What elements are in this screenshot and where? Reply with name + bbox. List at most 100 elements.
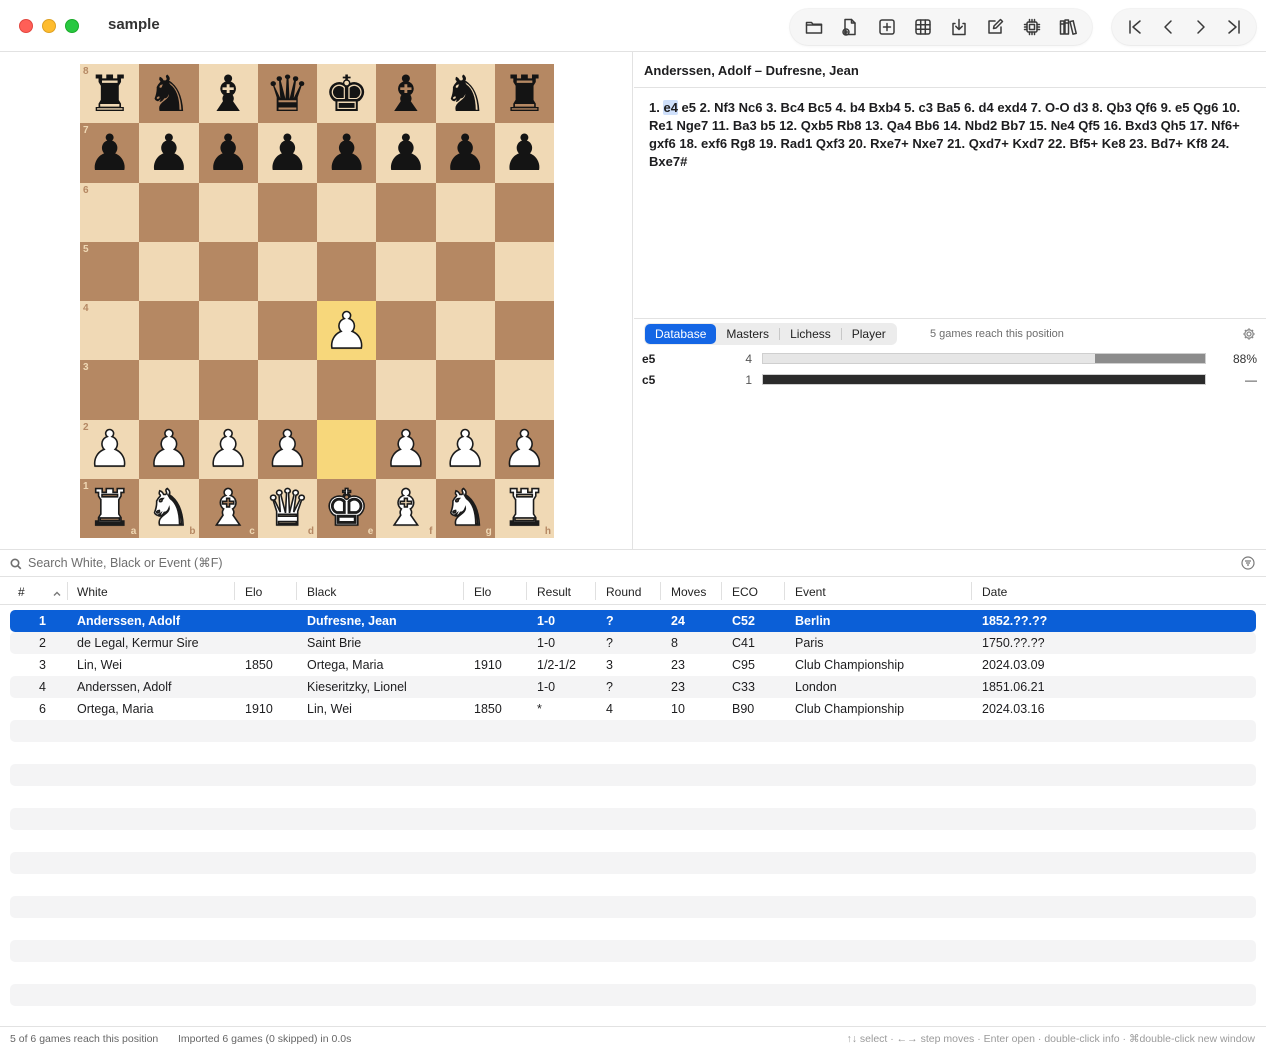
explorer-settings-button[interactable] [1242,327,1256,341]
square-g8[interactable]: ♞ [435,64,495,124]
square-d4[interactable] [257,301,317,361]
column-separator[interactable] [660,582,661,600]
square-d5[interactable] [257,241,317,301]
square-b8[interactable]: ♞ [139,64,199,124]
white-rook-piece[interactable]: ♜ [501,483,547,535]
import-button[interactable] [941,12,977,42]
new-document-button[interactable] [832,12,868,42]
sort-ascending-icon[interactable] [53,587,61,596]
square-e5[interactable] [317,241,377,301]
square-c4[interactable] [198,301,258,361]
square-h1[interactable]: h ♜ [494,478,554,538]
white-pawn-piece[interactable]: ♟ [205,423,251,475]
column-header-number[interactable]: # [18,585,25,599]
black-knight-piece[interactable]: ♞ [443,69,488,119]
minimize-window-button[interactable] [42,19,56,33]
square-h8[interactable]: ♜ [494,64,554,124]
table-row[interactable]: 6 Ortega, Maria 1910 Lin, Wei 1850 * 4 10 B90 Clu… [10,698,1256,720]
edit-button[interactable] [977,12,1013,42]
white-bishop-piece[interactable]: ♝ [205,483,251,535]
first-move-button[interactable] [1118,12,1151,42]
square-c7[interactable]: ♟ [198,123,258,183]
square-c8[interactable]: ♝ [198,64,258,124]
square-a8[interactable]: 8 ♜ [80,64,140,124]
white-knight-piece[interactable]: ♞ [146,483,192,535]
square-e6[interactable] [317,182,377,242]
black-knight-piece[interactable]: ♞ [146,69,191,119]
column-header-black-elo[interactable]: Elo [474,585,491,599]
square-h4[interactable] [494,301,554,361]
column-separator[interactable] [721,582,722,600]
next-move-button[interactable] [1184,12,1217,42]
table-row[interactable]: 3 Lin, Wei 1850 Ortega, Maria 1910 1/2-1/2 3 23… [10,654,1256,676]
column-separator[interactable] [67,582,68,600]
black-pawn-piece[interactable]: ♟ [87,128,132,178]
square-a7[interactable]: 7 ♟ [80,123,140,183]
column-separator[interactable] [234,582,235,600]
square-h6[interactable] [494,182,554,242]
square-c3[interactable] [198,360,258,420]
black-pawn-piece[interactable]: ♟ [502,128,547,178]
square-g4[interactable] [435,301,495,361]
square-e3[interactable] [317,360,377,420]
square-g5[interactable] [435,241,495,301]
square-h2[interactable]: ♟ [494,419,554,479]
table-row[interactable]: 2 de Legal, Kermur Sire Saint Brie 1-0? 8 C41… [10,632,1256,654]
square-a2[interactable]: 2 ♟ [80,419,140,479]
filter-button[interactable] [1241,556,1255,570]
black-rook-piece[interactable]: ♜ [502,69,547,119]
tab-database[interactable]: Database [645,324,717,344]
tab-player[interactable]: Player [842,324,896,344]
move-list[interactable]: 1. e4 e5 2. Nf3 Nc6 3. Bc4 Bc5 4. b4 Bxb… [649,99,1254,171]
add-game-button[interactable] [869,12,905,42]
square-b5[interactable] [139,241,199,301]
square-d2[interactable]: ♟ [257,419,317,479]
white-pawn-piece[interactable]: ♟ [323,305,369,357]
square-c2[interactable]: ♟ [198,419,258,479]
square-d1[interactable]: d ♛ [257,478,317,538]
square-b6[interactable] [139,182,199,242]
column-separator[interactable] [296,582,297,600]
black-pawn-piece[interactable]: ♟ [324,128,369,178]
black-queen-piece[interactable]: ♛ [265,69,310,119]
table-row[interactable]: 4 Anderssen, Adolf Kieseritzky, Lionel 1-0?… [10,676,1256,698]
column-header-event[interactable]: Event [795,585,826,599]
square-f2[interactable]: ♟ [376,419,436,479]
chess-board[interactable]: 8 ♜ ♞ ♝ ♛ ♚ ♝ ♞ ♜ 7 ♟ ♟ ♟ ♟ ♟ ♟ ♟ ♟ 6 5 4 ♟ 3 2 ♟ ♟ ♟ ♟ ♟ ♟ ♟ 1 a ♜ b ♞ c ♝ d ♛… [80,64,554,538]
square-a4[interactable]: 4 [80,301,140,361]
column-header-result[interactable]: Result [537,585,571,599]
square-h5[interactable] [494,241,554,301]
square-f4[interactable] [376,301,436,361]
current-move[interactable]: e4 [663,100,678,115]
square-f1[interactable]: f ♝ [376,478,436,538]
white-pawn-piece[interactable]: ♟ [264,423,310,475]
table-row[interactable]: 1 Anderssen, Adolf Dufresne, Jean 1-0? 24 C52… [10,610,1256,632]
square-e2[interactable] [317,419,377,479]
square-a6[interactable]: 6 [80,182,140,242]
column-header-white[interactable]: White [77,585,108,599]
column-separator[interactable] [971,582,972,600]
column-header-moves[interactable]: Moves [671,585,706,599]
square-d3[interactable] [257,360,317,420]
white-queen-piece[interactable]: ♛ [264,483,310,535]
square-b3[interactable] [139,360,199,420]
column-header-date[interactable]: Date [982,585,1007,599]
engine-button[interactable] [1014,12,1050,42]
square-a5[interactable]: 5 [80,241,140,301]
square-g7[interactable]: ♟ [435,123,495,183]
square-f8[interactable]: ♝ [376,64,436,124]
column-separator[interactable] [595,582,596,600]
tab-masters[interactable]: Masters [716,324,779,344]
move-text[interactable]: e5 2. Nf3 Nc6 3. Bc4 Bc5 4. b4 Bxb4 5. c… [649,100,1240,169]
square-d8[interactable]: ♛ [257,64,317,124]
white-pawn-piece[interactable]: ♟ [501,423,547,475]
column-separator[interactable] [784,582,785,600]
square-f3[interactable] [376,360,436,420]
square-c6[interactable] [198,182,258,242]
black-pawn-piece[interactable]: ♟ [146,128,191,178]
previous-move-button[interactable] [1151,12,1184,42]
square-f5[interactable] [376,241,436,301]
close-window-button[interactable] [19,19,33,33]
square-b7[interactable]: ♟ [139,123,199,183]
black-bishop-piece[interactable]: ♝ [206,69,251,119]
